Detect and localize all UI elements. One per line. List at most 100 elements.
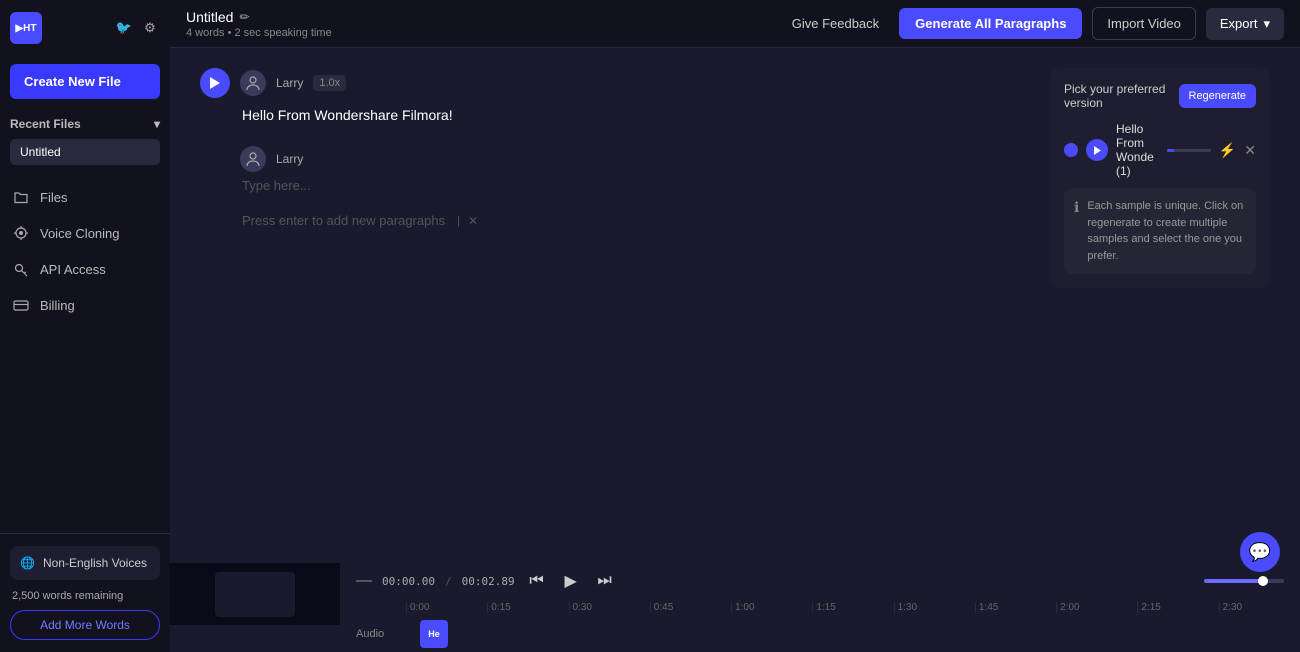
bottom-main: — 00:00.00 / 00:02.89 ⏮ ▶ ⏭ (340, 563, 1300, 652)
paragraphs-section: Larry 1.0x Hello From Wondershare Filmor… (200, 68, 1030, 543)
paragraph-block-2: Larry Type here... (200, 146, 1030, 193)
ruler-mark-6: 1:30 (894, 602, 975, 613)
close-hint-button[interactable]: ✕ (468, 214, 478, 228)
paragraph-text-1[interactable]: Hello From Wondershare Filmora! (242, 104, 1030, 126)
info-text: Each sample is unique. Click on regenera… (1087, 198, 1246, 264)
close-sample-button[interactable]: ✕ (1244, 142, 1256, 159)
ruler-mark-2: 0:30 (569, 602, 650, 613)
files-label: Files (40, 190, 67, 205)
thumb-placeholder (215, 572, 295, 617)
time-slash: / (445, 575, 452, 588)
sidebar-item-files[interactable]: Files (0, 179, 170, 215)
info-icon: ℹ (1074, 199, 1079, 264)
add-paragraph-hint: Press enter to add new paragraphs | ✕ (242, 213, 1030, 228)
ruler-mark-0: 0:00 (406, 602, 487, 613)
minus-button[interactable]: — (356, 572, 372, 590)
chevron-down-icon: ▾ (154, 117, 160, 131)
voice-avatar-1 (240, 70, 266, 96)
add-words-button[interactable]: Add More Words (10, 610, 160, 640)
panel-header: Pick your preferred version Regenerate (1064, 82, 1256, 110)
panel-title: Pick your preferred version (1064, 82, 1179, 110)
paragraph-header-2: Larry (200, 146, 1030, 172)
timeline-container: 0:00 0:15 0:30 0:45 1:00 1:15 1:30 1:45 … (340, 599, 1300, 652)
voice-name-2[interactable]: Larry (276, 152, 303, 166)
folder-icon (12, 188, 30, 206)
skip-back-button[interactable]: ⏮ (525, 569, 549, 593)
audio-label: Audio (356, 628, 406, 640)
audio-clip[interactable]: He (420, 620, 448, 648)
billing-label: Billing (40, 298, 75, 313)
volume-bar (1204, 579, 1284, 583)
voice-avatar-2 (240, 146, 266, 172)
sidebar-item-voice-cloning[interactable]: Voice Cloning (0, 215, 170, 251)
voice-name-1[interactable]: Larry (276, 76, 303, 90)
non-english-voices[interactable]: 🌐 Non-English Voices (10, 546, 160, 580)
recent-file-item[interactable]: Untitled (10, 139, 160, 165)
recent-files-label: Recent Files (10, 117, 81, 131)
ruler-mark-4: 1:00 (731, 602, 812, 613)
feedback-button[interactable]: Give Feedback (782, 10, 889, 37)
non-english-label: Non-English Voices (43, 556, 147, 570)
speed-badge-1[interactable]: 1.0x (313, 75, 346, 91)
ruler-mark-3: 0:45 (650, 602, 731, 613)
paragraph-play-button-1[interactable] (200, 68, 230, 98)
top-bar-actions: Give Feedback Generate All Paragraphs Im… (782, 7, 1284, 40)
radio-selected[interactable] (1064, 143, 1078, 157)
top-bar: Untitled ✏ 4 words • 2 sec speaking time… (170, 0, 1300, 48)
sidebar-header: ▶HT 🐦 ⚙ (0, 0, 170, 56)
regenerate-panel: Pick your preferred version Regenerate H… (1050, 68, 1270, 288)
audio-track: Audio He (340, 616, 1300, 652)
chat-bubble-button[interactable]: 💬 (1240, 532, 1280, 572)
ruler-mark-10: 2:30 (1219, 602, 1300, 613)
ruler-mark-8: 2:00 (1056, 602, 1137, 613)
ruler-mark-1: 0:15 (487, 602, 568, 613)
time-total: 00:02.89 (462, 575, 515, 588)
sidebar-item-api-access[interactable]: API Access (0, 251, 170, 287)
volume-track[interactable] (1204, 579, 1284, 583)
chevron-down-icon: ▾ (1263, 16, 1270, 32)
ruler-mark-5: 1:15 (812, 602, 893, 613)
generate-button[interactable]: Generate All Paragraphs (899, 8, 1082, 39)
time-current: 00:00.00 (382, 575, 435, 588)
hint-text: Press enter to add new paragraphs (242, 213, 445, 228)
voice-cloning-label: Voice Cloning (40, 226, 120, 241)
sample-progress-fill (1167, 149, 1174, 152)
discord-icon[interactable]: ⚙ (140, 18, 160, 38)
bottom-thumbnail (170, 563, 340, 625)
export-button[interactable]: Export ▾ (1206, 8, 1284, 40)
sample-label: Hello From Wonde (1) (1116, 122, 1159, 178)
sidebar: ▶HT 🐦 ⚙ Create New File Recent Files ▾ U… (0, 0, 170, 652)
app-logo: ▶HT (10, 12, 42, 44)
volume-fill (1204, 579, 1260, 583)
timeline-ruler: 0:00 0:15 0:30 0:45 1:00 1:15 1:30 1:45 … (340, 599, 1300, 616)
sidebar-item-billing[interactable]: Billing (0, 287, 170, 323)
audio-track-content[interactable]: He (406, 620, 1300, 648)
volume-thumb (1258, 576, 1268, 586)
sample-play-button[interactable] (1086, 139, 1108, 161)
skip-forward-button[interactable]: ⏭ (593, 569, 617, 593)
recent-files-header[interactable]: Recent Files ▾ (10, 113, 160, 135)
create-new-button[interactable]: Create New File (10, 64, 160, 99)
file-title-text[interactable]: Untitled (186, 9, 233, 25)
type-placeholder[interactable]: Type here... (242, 178, 1030, 193)
words-remaining: 2,500 words remaining (10, 590, 160, 602)
sidebar-nav: Files Voice Cloning (0, 179, 170, 323)
main-content: Untitled ✏ 4 words • 2 sec speaking time… (170, 0, 1300, 652)
api-access-label: API Access (40, 262, 106, 277)
sample-row: Hello From Wonde (1) ⚡ ✕ (1064, 122, 1256, 178)
speed-icon[interactable]: ⚡ (1219, 142, 1236, 159)
info-box: ℹ Each sample is unique. Click on regene… (1064, 188, 1256, 274)
social-icons: 🐦 ⚙ (114, 18, 160, 38)
twitter-icon[interactable]: 🐦 (114, 18, 134, 38)
regenerate-button[interactable]: Regenerate (1179, 84, 1257, 108)
recent-files-section: Recent Files ▾ Untitled (0, 107, 170, 171)
sidebar-bottom: 🌐 Non-English Voices 2,500 words remaini… (0, 533, 170, 652)
sample-progress (1167, 149, 1210, 152)
edit-icon[interactable]: ✏ (239, 10, 249, 24)
play-pause-button[interactable]: ▶ (559, 569, 583, 593)
import-button[interactable]: Import Video (1092, 7, 1195, 40)
export-label: Export (1220, 16, 1258, 31)
globe-icon: 🌐 (20, 556, 35, 570)
editor-area: Larry 1.0x Hello From Wondershare Filmor… (170, 48, 1300, 563)
transport-bar: — 00:00.00 / 00:02.89 ⏮ ▶ ⏭ (340, 563, 1300, 599)
